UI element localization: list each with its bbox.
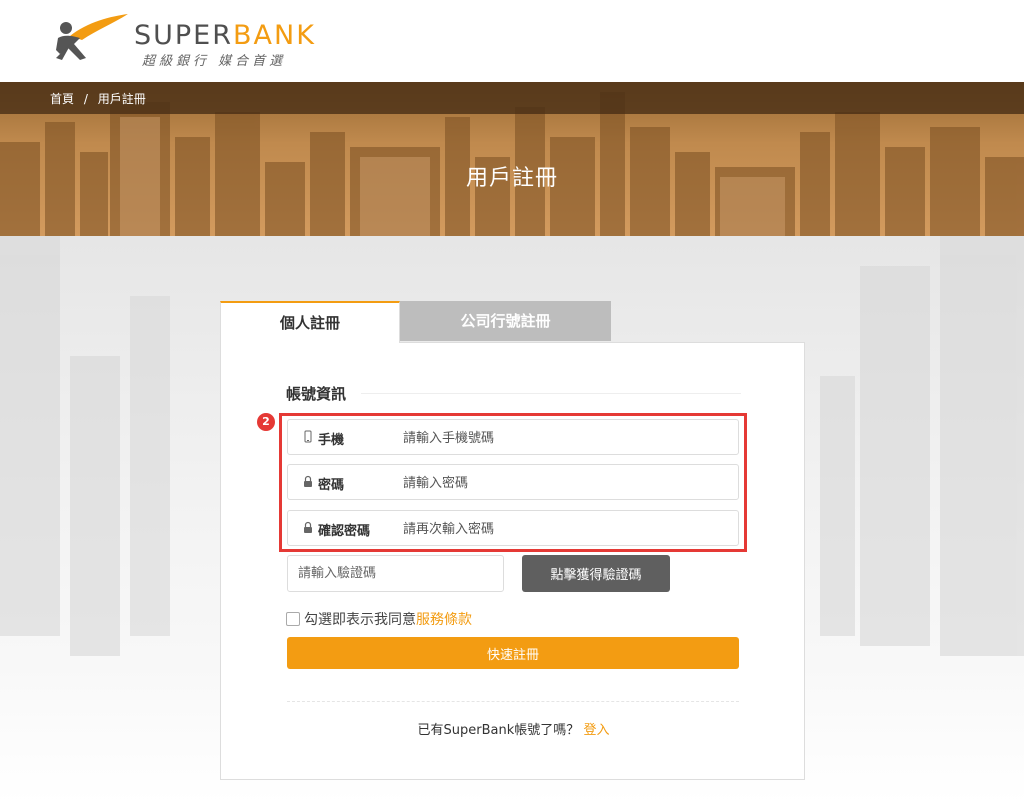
runner-logo-icon — [56, 14, 128, 60]
phone-input[interactable] — [403, 426, 723, 450]
tab-company-registration[interactable]: 公司行號註冊 — [400, 301, 611, 341]
password-input[interactable] — [403, 471, 723, 495]
quick-register-button[interactable]: 快速註冊 — [287, 637, 739, 669]
terms-checkbox[interactable] — [286, 612, 300, 626]
section-divider — [361, 393, 741, 394]
phone-field: 手機 — [287, 419, 739, 455]
page-banner: 首頁 / 用戶註冊 用戶註冊 — [0, 82, 1024, 236]
confirm-password-input[interactable] — [403, 517, 723, 541]
registration-form-card: 帳號資訊 2 手機 密碼 確認密碼 點擊獲得驗證碼 勾選即表示我同意服務條款 快… — [220, 342, 805, 780]
section-title-account-info: 帳號資訊 — [286, 385, 347, 403]
lock-icon — [304, 521, 312, 533]
page-title: 用戶註冊 — [465, 166, 558, 191]
login-prompt-text: 已有SuperBank帳號了嗎？ — [417, 723, 580, 738]
captcha-input[interactable] — [287, 555, 504, 592]
logo-slogan: 超級銀行 媒合首選 — [142, 54, 287, 69]
tab-personal-registration[interactable]: 個人註冊 — [220, 301, 400, 343]
phone-label: 手機 — [318, 433, 345, 448]
confirm-password-field: 確認密碼 — [287, 510, 739, 546]
breadcrumb-separator: / — [83, 92, 88, 106]
superbank-logo[interactable]: SUPERBANK 超級銀行 媒合首選 — [52, 14, 322, 70]
password-field: 密碼 — [287, 464, 739, 500]
login-link[interactable]: 登入 — [583, 723, 609, 738]
annotation-badge: 2 — [257, 413, 275, 431]
site-header: SUPERBANK 超級銀行 媒合首選 — [0, 0, 1024, 82]
logo-title: SUPERBANK — [134, 20, 316, 51]
breadcrumb-current: 用戶註冊 — [97, 92, 146, 106]
get-captcha-button[interactable]: 點擊獲得驗證碼 — [522, 555, 670, 592]
phone-icon — [304, 430, 312, 443]
terms-link[interactable]: 服務條款 — [416, 612, 472, 628]
lock-icon — [304, 475, 312, 487]
form-divider — [287, 701, 739, 702]
breadcrumb: 首頁 / 用戶註冊 — [0, 82, 1024, 114]
agree-text: 勾選即表示我同意 — [304, 612, 416, 628]
breadcrumb-home[interactable]: 首頁 — [50, 92, 74, 106]
password-label: 密碼 — [318, 478, 345, 493]
confirm-password-label: 確認密碼 — [318, 524, 371, 539]
terms-agreement: 勾選即表示我同意服務條款 — [286, 609, 472, 629]
login-prompt: 已有SuperBank帳號了嗎？ 登入 — [221, 719, 806, 738]
